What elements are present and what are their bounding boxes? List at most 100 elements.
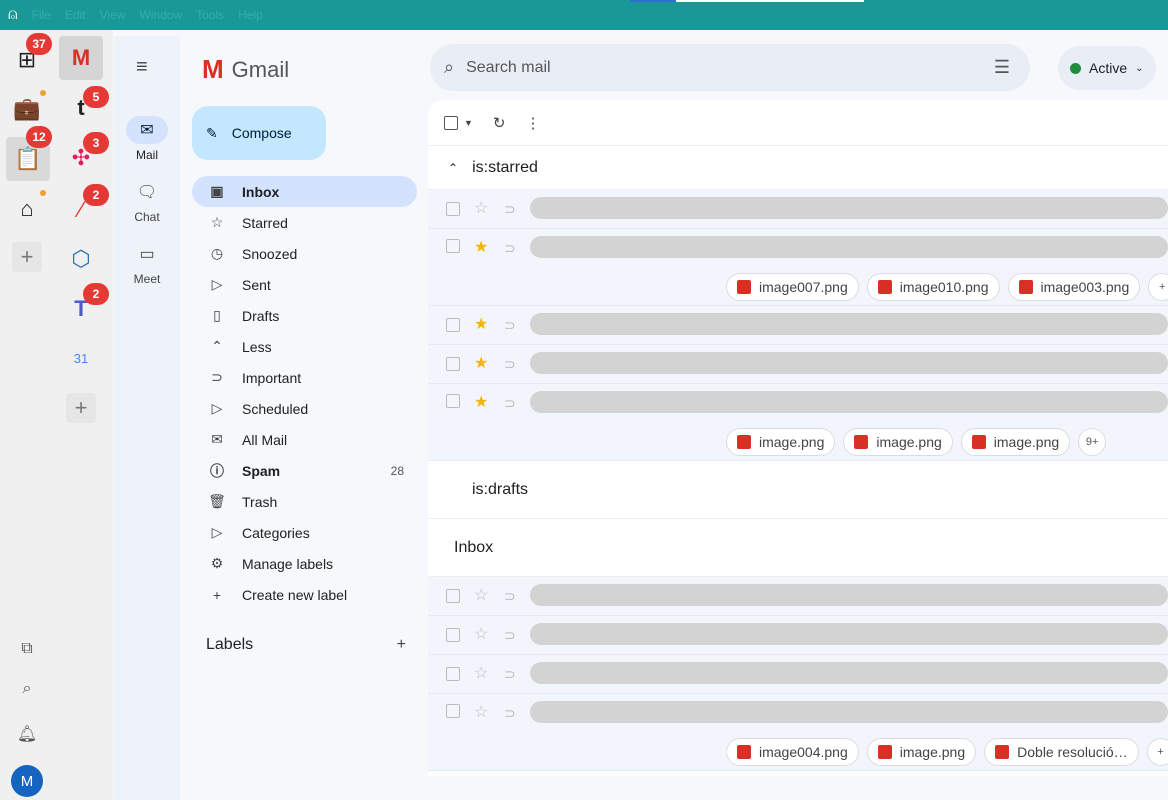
search-bar[interactable]: ⌕ Search mail ☰: [430, 44, 1030, 91]
attachment-chip[interactable]: image004.png: [726, 738, 859, 766]
section-starred[interactable]: ⌃ is:starred: [428, 146, 1168, 190]
email-row[interactable]: ☆ ⊃: [428, 577, 1168, 616]
email-row[interactable]: ☆ ⊃: [428, 190, 1168, 229]
sidebar-item-categories[interactable]: ▷ Categories: [192, 517, 428, 548]
email-row[interactable]: ★ ⊃: [428, 306, 1168, 345]
sidebar-item-inbox[interactable]: ▣ Inbox: [192, 176, 417, 207]
row-checkbox[interactable]: [446, 318, 460, 332]
important-icon[interactable]: ⊃: [504, 587, 516, 605]
sidebar-item-drafts[interactable]: ▯ Drafts: [192, 300, 428, 331]
sidebar-item-snoozed[interactable]: ◷ Snoozed: [192, 238, 428, 269]
menu-help[interactable]: Help: [238, 8, 263, 22]
important-icon[interactable]: ⊃: [504, 316, 516, 334]
sidebar-item-starred[interactable]: ☆ Starred: [192, 207, 428, 238]
row-checkbox[interactable]: [446, 202, 460, 216]
sidebar-item-trash[interactable]: 🗑 Trash: [192, 486, 428, 517]
star-icon[interactable]: ☆: [474, 200, 490, 218]
attachment-chip[interactable]: Doble resolució…: [984, 738, 1139, 766]
important-icon[interactable]: ⊃: [504, 394, 516, 412]
row-checkbox[interactable]: [446, 357, 460, 371]
nav-mail[interactable]: ✉ Mail: [114, 116, 180, 162]
add-app-icon-2[interactable]: +: [66, 393, 96, 423]
gmail-logo[interactable]: M Gmail: [202, 54, 289, 85]
email-row[interactable]: ★ ⊃ image.png image.png image.png 9+: [428, 384, 1168, 461]
section-inbox[interactable]: Inbox: [428, 519, 1168, 577]
sidebar-item-all-mail[interactable]: ✉ All Mail: [192, 424, 428, 455]
star-icon[interactable]: ☆: [474, 704, 490, 722]
attachment-name: image.png: [993, 434, 1060, 450]
collapse-icon[interactable]: ⌃: [448, 161, 458, 175]
attachment-chip[interactable]: image010.png: [866, 273, 1000, 301]
attachment-chip[interactable]: image007.png: [726, 273, 859, 301]
star-icon[interactable]: ☆: [474, 626, 490, 644]
row-checkbox[interactable]: [446, 704, 460, 718]
important-icon[interactable]: ⊃: [504, 239, 516, 257]
important-icon[interactable]: ⊃: [504, 200, 516, 218]
sidebar-item-create-new-label[interactable]: + Create new label: [192, 579, 428, 610]
nav-meet[interactable]: ▭ Meet: [114, 240, 180, 286]
sidebar-item-scheduled[interactable]: ▷ Scheduled: [192, 393, 428, 424]
star-icon[interactable]: ☆: [474, 587, 490, 605]
search-icon[interactable]: ⌕: [5, 667, 49, 711]
menu-tools[interactable]: Tools: [196, 8, 224, 22]
menu-file[interactable]: File: [32, 8, 51, 22]
extension-icon[interactable]: ⧉: [5, 627, 49, 671]
section-drafts[interactable]: is:drafts: [428, 461, 1168, 519]
row-checkbox[interactable]: [446, 394, 460, 408]
row-checkbox[interactable]: [446, 628, 460, 642]
gmail-logo-icon: M: [202, 54, 224, 84]
sidebar-item-less[interactable]: ⌃ Less: [192, 331, 428, 362]
email-row[interactable]: ☆ ⊃: [428, 616, 1168, 655]
attachment-chip[interactable]: image003.png: [1007, 273, 1141, 301]
email-row[interactable]: ☆ ⊃: [428, 655, 1168, 694]
sidebar-item-sent[interactable]: ▷ Sent: [192, 269, 428, 300]
menu-edit[interactable]: Edit: [65, 8, 86, 22]
star-icon[interactable]: ★: [474, 394, 490, 412]
search-input[interactable]: Search mail: [466, 59, 994, 77]
star-icon[interactable]: ★: [474, 355, 490, 373]
email-row[interactable]: ★ ⊃: [428, 345, 1168, 384]
row-checkbox[interactable]: [446, 667, 460, 681]
more-attachments[interactable]: +: [1148, 273, 1168, 301]
attachment-chip[interactable]: image.png: [866, 738, 977, 766]
important-icon[interactable]: ⊃: [504, 355, 516, 373]
sidebar-item-manage-labels[interactable]: ⚙ Manage labels: [192, 548, 428, 579]
email-row[interactable]: ☆ ⊃ image004.png image.png Doble resolució… +: [428, 694, 1168, 771]
search-options-icon[interactable]: ☰: [994, 57, 1010, 78]
bell-icon[interactable]: 🔔︎: [5, 712, 49, 756]
star-icon[interactable]: ☆: [474, 665, 490, 683]
more-options-icon[interactable]: ⋮: [526, 114, 541, 132]
refresh-icon[interactable]: ↻: [493, 114, 506, 132]
star-icon[interactable]: ★: [474, 316, 490, 334]
email-row[interactable]: ★ ⊃ image007.png image010.png image003.png +: [428, 229, 1168, 306]
calendar-app-icon[interactable]: 31: [59, 336, 103, 380]
sidebar-item-spam[interactable]: ⓘ Spam 28: [192, 455, 428, 486]
avatar[interactable]: M: [11, 765, 43, 797]
row-checkbox[interactable]: [446, 589, 460, 603]
attachment-chip[interactable]: image.png: [960, 428, 1071, 456]
more-attachments[interactable]: 9+: [1078, 428, 1107, 456]
attachment-name: image.png: [876, 434, 942, 450]
row-checkbox[interactable]: [446, 239, 460, 253]
checkmark-app-icon[interactable]: ⬡: [59, 237, 103, 281]
compose-button[interactable]: ✎ Compose: [192, 106, 326, 160]
attachment-chip[interactable]: image.png: [843, 428, 953, 456]
important-icon[interactable]: ⊃: [504, 665, 516, 683]
attachment-chip[interactable]: image.png: [726, 428, 836, 456]
important-icon[interactable]: ⊃: [504, 704, 516, 722]
menu-view[interactable]: View: [100, 8, 126, 22]
select-all-checkbox[interactable]: ▼: [444, 115, 473, 130]
status-button[interactable]: Active ⌄: [1058, 46, 1156, 90]
gmail-app-icon[interactable]: M: [59, 36, 103, 80]
add-app-icon[interactable]: +: [12, 242, 42, 272]
add-label-icon[interactable]: +: [397, 636, 406, 654]
search-icon[interactable]: ⌕: [444, 57, 454, 78]
more-attachments[interactable]: +: [1146, 738, 1168, 766]
menu-window[interactable]: Window: [139, 8, 182, 22]
important-icon[interactable]: ⊃: [504, 626, 516, 644]
sidebar-item-important[interactable]: ⊃ Important: [192, 362, 428, 393]
star-icon[interactable]: ★: [474, 239, 490, 257]
sidebar-item-label: Sent: [242, 276, 271, 293]
nav-chat[interactable]: 🗨︎ Chat: [114, 178, 180, 224]
hamburger-menu-icon[interactable]: ≡: [136, 56, 148, 79]
